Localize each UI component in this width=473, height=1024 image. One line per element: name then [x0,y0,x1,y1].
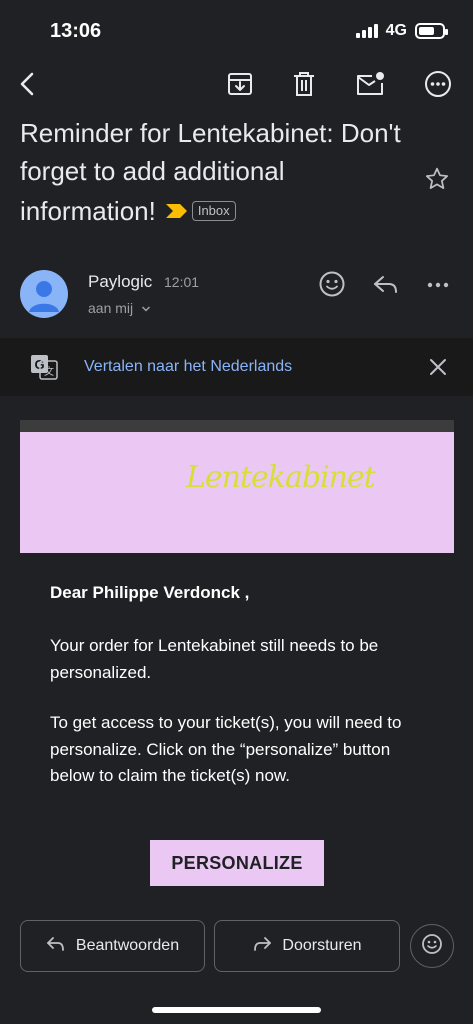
personalize-button[interactable]: PERSONALIZE [150,840,324,886]
recipient-dropdown[interactable]: aan mij [88,300,151,316]
recipient-label: aan mij [88,300,134,316]
reply-label: Beantwoorden [75,937,180,954]
avatar[interactable] [20,270,68,318]
forward-label: Doorsturen [282,937,362,954]
status-indicators: 4G [355,22,448,40]
star-icon[interactable] [424,166,450,197]
reply-icon [46,936,66,957]
more-horizontal-icon[interactable] [420,66,456,102]
paragraph-instructions: To get access to your ticket(s), you wil… [50,713,402,785]
battery-icon [415,23,448,39]
sender-time: 12:01 [164,274,200,290]
reply-icon[interactable] [372,272,400,303]
status-time: 13:06 [50,20,102,42]
network-type: 4G [385,22,407,39]
lentekabinet-logo: Lentekabinet [186,460,376,495]
archive-icon[interactable] [222,66,258,102]
forward-icon [252,936,272,957]
banner-header-strip [20,420,454,432]
emoji-icon [421,933,443,960]
back-arrow-icon[interactable] [10,66,46,102]
home-indicator[interactable] [152,1007,321,1013]
sender-name[interactable]: Paylogic [88,272,152,292]
paragraph-order-status: Your order for Lentekabinet still needs … [50,636,379,682]
forward-button[interactable]: Doorsturen [214,920,400,972]
reply-button[interactable]: Beantwoorden [20,920,205,972]
trash-icon[interactable] [286,66,322,102]
emoji-button[interactable] [410,924,454,968]
close-icon[interactable] [428,357,448,382]
emoji-reaction-icon[interactable] [318,270,346,303]
email-subject: Reminder for Lentekabinet: Don't forget … [20,114,410,230]
greeting: Dear Philippe Verdonck , [50,583,250,602]
translate-icon: G文 [30,354,58,385]
mark-unread-icon[interactable] [352,66,388,102]
importance-marker-icon[interactable] [165,190,188,218]
svg-text:文: 文 [44,365,54,378]
sender-more-icon[interactable] [426,276,450,299]
signal-icon [355,24,378,38]
chevron-down-icon [137,300,151,316]
inbox-label[interactable]: Inbox [191,201,236,221]
translate-link[interactable]: Vertalen naar het Nederlands [84,358,292,376]
